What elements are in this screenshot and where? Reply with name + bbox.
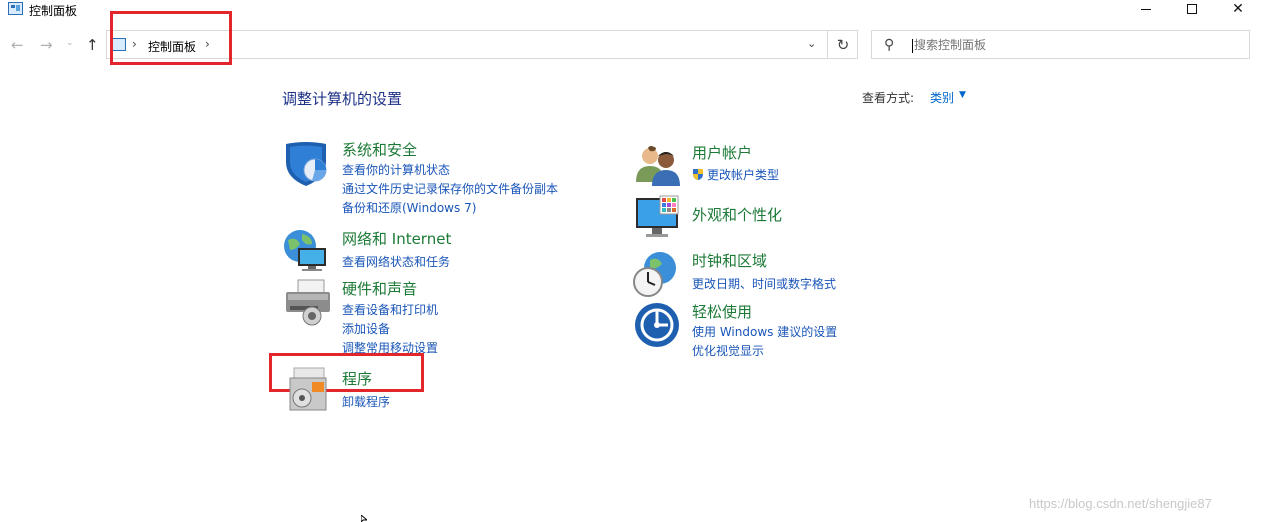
search-icon: ⚲: [884, 37, 895, 53]
minimize-icon: [1141, 8, 1151, 10]
category-clock-region[interactable]: 时钟和区域: [692, 250, 767, 271]
category-system-security[interactable]: 系统和安全: [342, 139, 417, 160]
highlight-box-address: [110, 11, 232, 65]
category-appearance[interactable]: 外观和个性化: [692, 204, 782, 225]
network-globe-icon[interactable]: [282, 226, 330, 274]
category-programs[interactable]: 程序: [342, 368, 372, 389]
ease-of-access-icon[interactable]: [634, 302, 682, 350]
programs-box-icon[interactable]: [286, 366, 334, 414]
address-dropdown-button[interactable]: ⌄: [807, 37, 816, 50]
search-box[interactable]: ⚲: [871, 30, 1250, 59]
view-by-dropdown[interactable]: 类别: [930, 89, 954, 106]
monitor-palette-icon[interactable]: [634, 194, 682, 242]
link-uninstall-program[interactable]: 卸载程序: [342, 393, 390, 410]
mouse-cursor-icon: [361, 515, 367, 522]
link-add-device[interactable]: 添加设备: [342, 320, 390, 337]
shield-icon[interactable]: [282, 140, 330, 188]
refresh-button[interactable]: ↻: [827, 31, 858, 58]
uac-shield-icon: [693, 169, 703, 180]
text-cursor: [912, 39, 913, 53]
link-date-time-format[interactable]: 更改日期、时间或数字格式: [692, 275, 836, 292]
close-button[interactable]: ✕: [1215, 0, 1261, 18]
link-devices-printers[interactable]: 查看设备和打印机: [342, 301, 438, 318]
link-view-computer-status[interactable]: 查看你的计算机状态: [342, 161, 450, 178]
search-input[interactable]: [914, 38, 1214, 52]
maximize-button[interactable]: [1169, 0, 1215, 18]
category-ease-of-access[interactable]: 轻松使用: [692, 301, 752, 322]
link-windows-recommended[interactable]: 使用 Windows 建议的设置: [692, 323, 837, 340]
maximize-icon: [1187, 4, 1197, 14]
category-network-internet[interactable]: 网络和 Internet: [342, 228, 451, 249]
users-icon[interactable]: [634, 142, 682, 190]
category-hardware-sound[interactable]: 硬件和声音: [342, 278, 417, 299]
link-file-history[interactable]: 通过文件历史记录保存你的文件备份副本: [342, 180, 558, 197]
back-button[interactable]: ←: [11, 36, 24, 54]
clock-globe-icon[interactable]: [632, 250, 680, 298]
forward-button[interactable]: →: [40, 36, 53, 54]
recent-locations-button[interactable]: ⌄: [66, 38, 74, 48]
window-title: 控制面板: [29, 4, 78, 18]
up-button[interactable]: ↑: [86, 36, 99, 54]
link-change-account-type-label: 更改帐户类型: [707, 168, 780, 182]
link-network-status[interactable]: 查看网络状态和任务: [342, 253, 450, 270]
watermark-text: https://blog.csdn.net/shengjie87: [1029, 496, 1212, 511]
link-mobility-settings[interactable]: 调整常用移动设置: [342, 339, 438, 356]
chevron-down-icon[interactable]: ▼: [959, 90, 966, 100]
control-panel-icon: [8, 2, 23, 15]
category-user-accounts[interactable]: 用户帐户: [692, 142, 752, 163]
close-icon: ✕: [1232, 1, 1244, 17]
link-backup-restore[interactable]: 备份和还原(Windows 7): [342, 199, 476, 216]
view-by-label: 查看方式:: [862, 91, 915, 105]
printer-icon[interactable]: [282, 278, 330, 326]
refresh-icon: ↻: [836, 35, 850, 54]
link-change-account-type[interactable]: 更改帐户类型: [692, 166, 779, 183]
page-title: 调整计算机的设置: [282, 90, 403, 108]
link-optimize-display[interactable]: 优化视觉显示: [692, 342, 764, 359]
minimize-button[interactable]: [1123, 0, 1169, 18]
